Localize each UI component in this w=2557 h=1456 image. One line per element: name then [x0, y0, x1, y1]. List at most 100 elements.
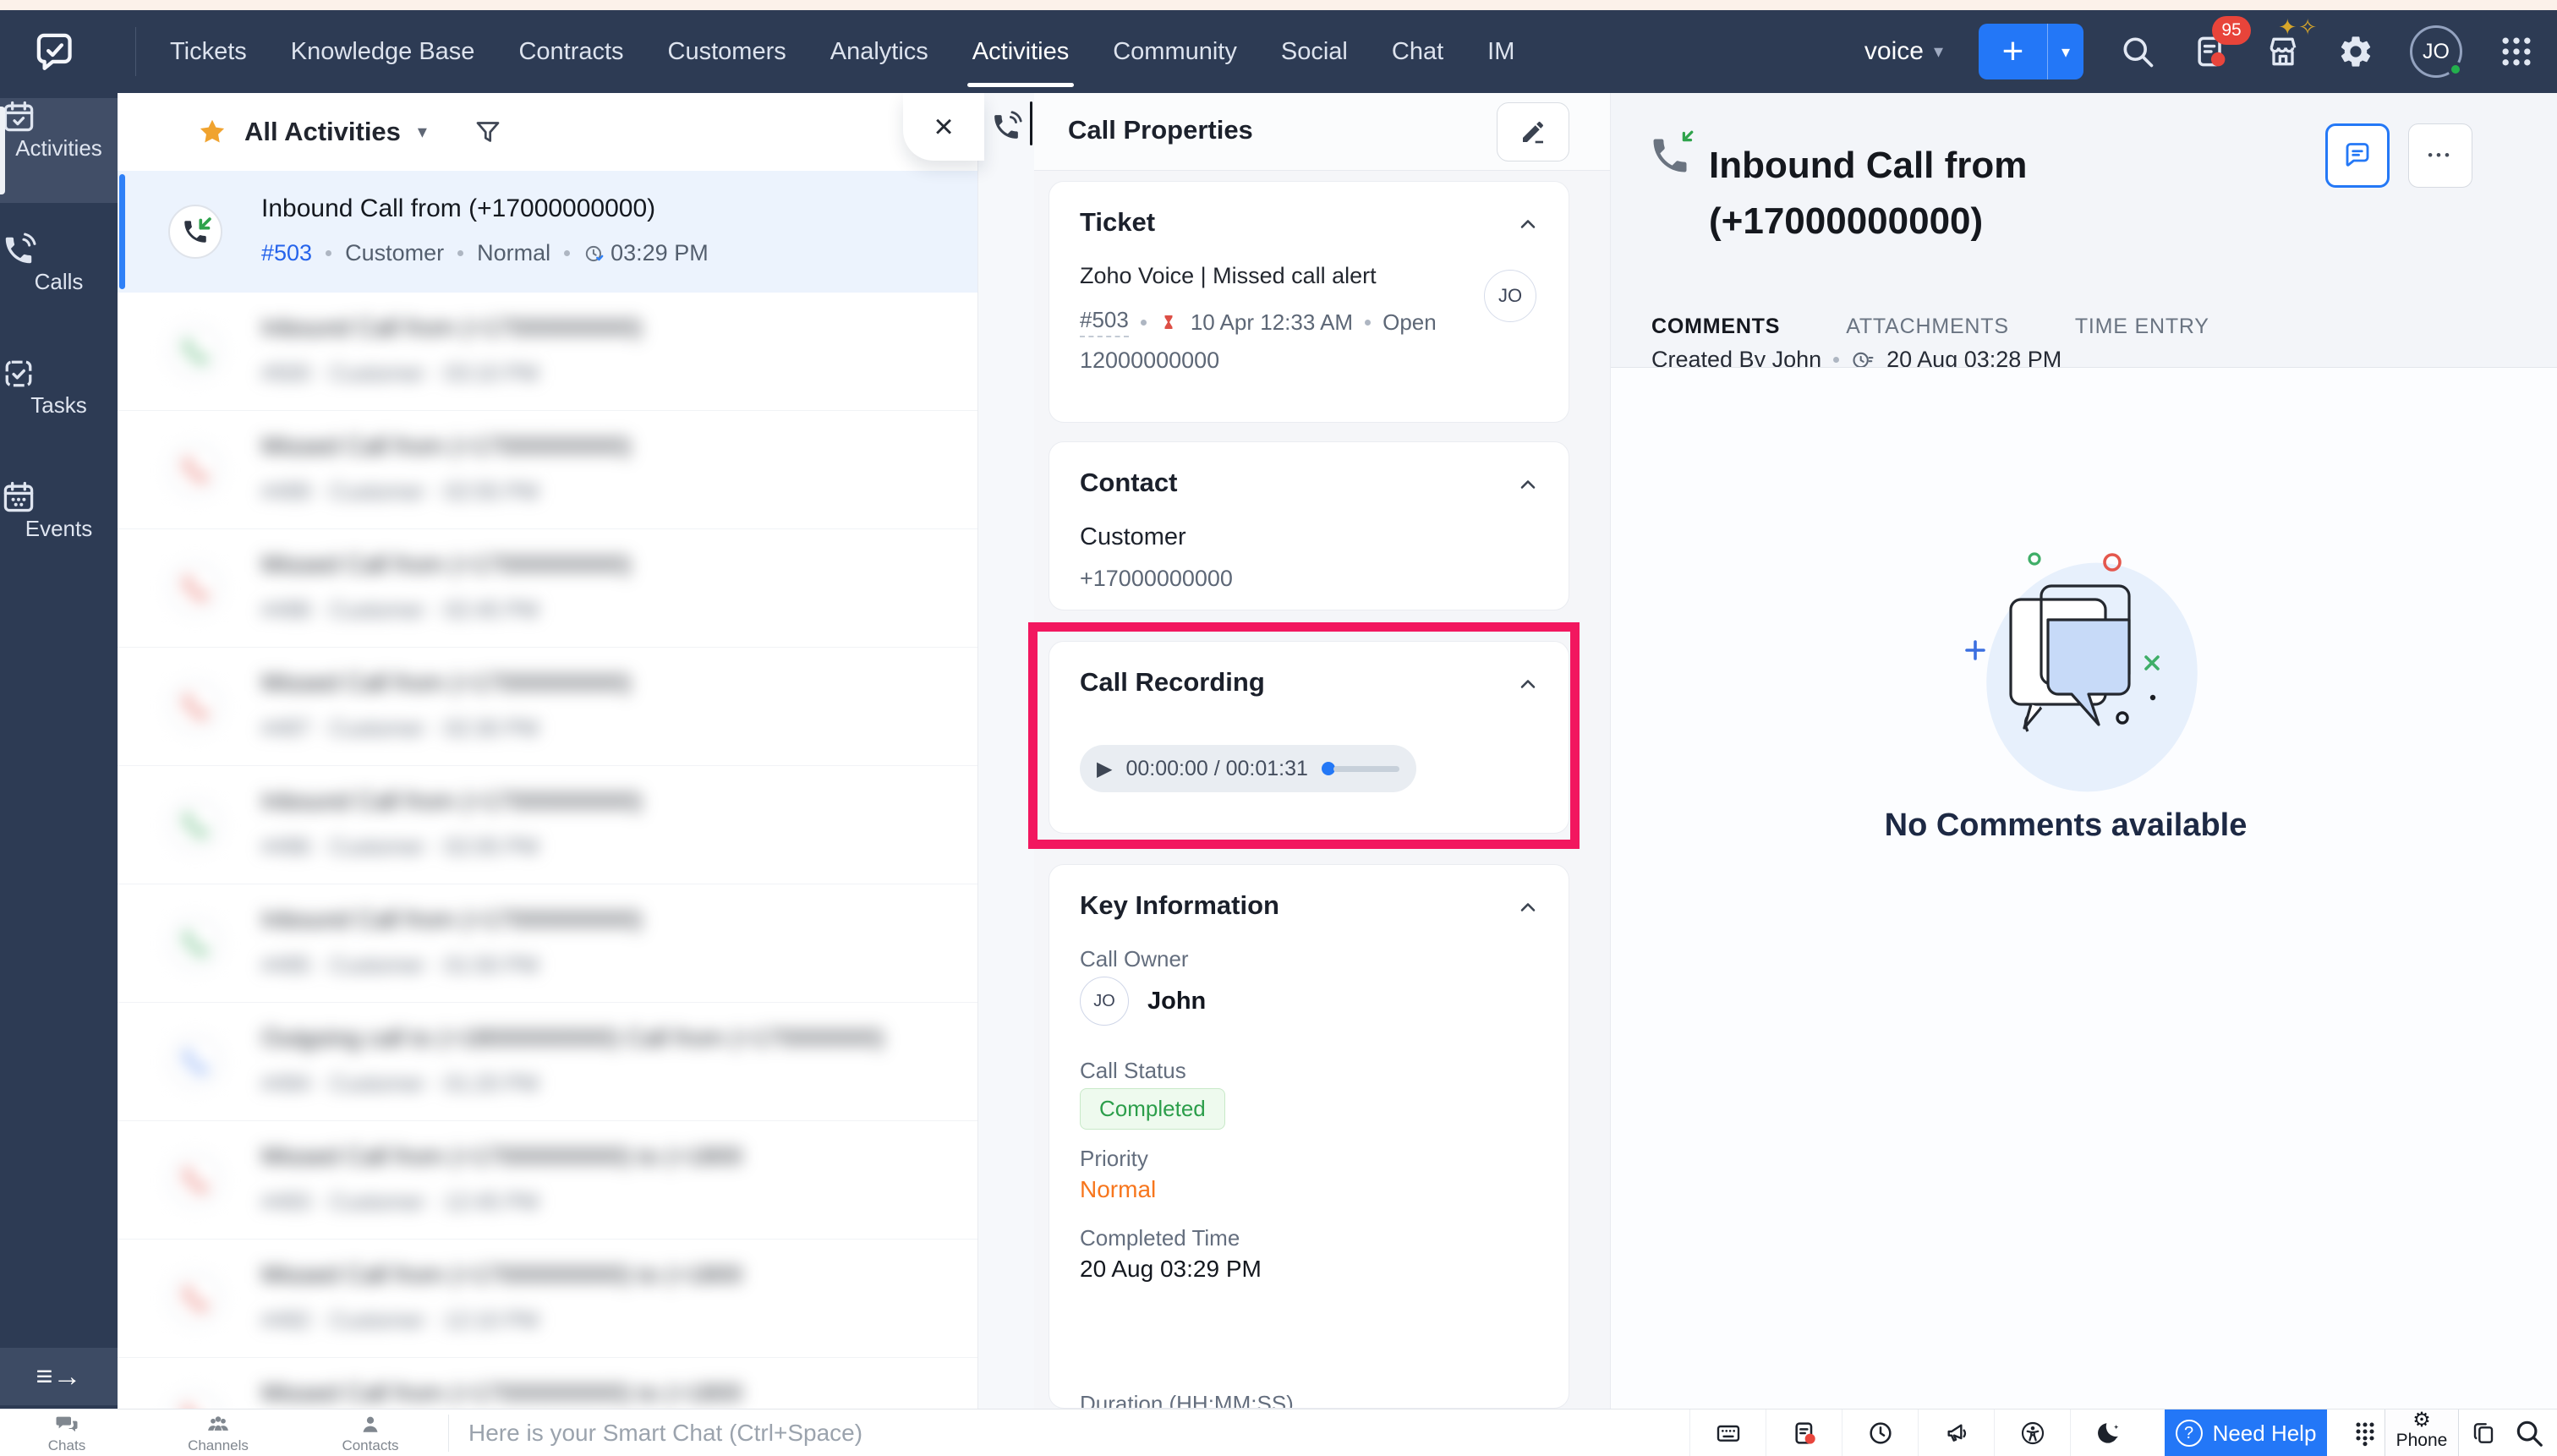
call-properties-tab-icon[interactable]	[989, 110, 1023, 144]
smart-chat-input[interactable]	[467, 1409, 1566, 1456]
plus-icon: +	[1979, 24, 2048, 79]
recent-activity-clock-icon[interactable]	[1842, 1409, 1918, 1456]
collapse-chevron-icon[interactable]	[1516, 895, 1540, 919]
call-type-icon	[168, 917, 222, 971]
phone-panel-tab[interactable]: ⚙ Phone	[2385, 1409, 2459, 1456]
expand-icon: ≡→	[36, 1360, 82, 1393]
zia-search-icon[interactable]	[2501, 1409, 2557, 1456]
section-title: Ticket	[1080, 207, 1155, 238]
night-mode-moon-icon[interactable]	[2070, 1409, 2146, 1456]
user-avatar[interactable]: JO	[2410, 25, 2462, 78]
whats-new-icon[interactable]	[1766, 1409, 1842, 1456]
ticket-subject[interactable]: Zoho Voice | Missed call alert	[1080, 263, 1377, 289]
sidebar-item-calls[interactable]: Calls	[0, 232, 118, 337]
sidebar-item-tasks[interactable]: Tasks	[0, 355, 118, 460]
activity-title: Missed Call from (+17000000000) to (+180…	[261, 1380, 742, 1408]
nav-item-customers[interactable]: Customers	[668, 10, 786, 93]
settings-gear-icon[interactable]	[2337, 33, 2374, 70]
list-item-blurred[interactable]: Inbound Call from (+17000000000)#496 · C…	[118, 766, 977, 884]
sidebar-item-label: Events	[0, 516, 118, 542]
favorite-star-icon[interactable]	[197, 117, 227, 147]
smartchat-channels-button[interactable]: Channels	[163, 1409, 273, 1456]
nav-item-contracts[interactable]: Contracts	[518, 10, 623, 93]
panel-resize-handle[interactable]	[1030, 101, 1032, 145]
blurred-row-content: Missed Call from (+17000000000)#499 · Cu…	[118, 411, 977, 528]
nav-item-activities[interactable]: Activities	[972, 10, 1069, 93]
avatar-initials: JO	[2423, 40, 2450, 64]
filter-funnel-icon[interactable]	[473, 117, 503, 147]
activity-id[interactable]: #503	[261, 240, 312, 266]
list-item-blurred[interactable]: Inbound Call from (+17000000000)#495 · C…	[118, 884, 977, 1003]
properties-tool-strip	[978, 93, 1034, 1409]
field-label-priority: Priority	[1080, 1146, 1148, 1172]
need-help-button[interactable]: ? Need Help	[2165, 1409, 2327, 1456]
more-actions-button[interactable]: •••	[2408, 123, 2472, 188]
activity-meta: #496 · Customer · 02:05 PM	[261, 834, 539, 860]
list-view-title[interactable]: All Activities	[244, 117, 401, 147]
play-button[interactable]: ▶	[1097, 757, 1112, 781]
edit-properties-button[interactable]	[1497, 102, 1569, 161]
sidebar-expand-button[interactable]: ≡→	[0, 1348, 118, 1405]
overdue-hourglass-icon	[1158, 312, 1179, 332]
add-comment-button[interactable]	[2325, 123, 2390, 188]
list-item-blurred[interactable]: Missed Call from (+17000000000) to (+180…	[118, 1240, 977, 1358]
smartchat-chats-button[interactable]: Chats	[12, 1409, 122, 1456]
keyboard-shortcuts-icon[interactable]	[1689, 1409, 1766, 1456]
nav-item-knowledge-base[interactable]: Knowledge Base	[291, 10, 475, 93]
voice-selector[interactable]: voice ▾	[1864, 37, 1943, 66]
nav-item-analytics[interactable]: Analytics	[830, 10, 928, 93]
question-icon: ?	[2176, 1420, 2203, 1447]
accessibility-icon[interactable]	[1994, 1409, 2070, 1456]
sidebar-item-events[interactable]: Events	[0, 479, 118, 583]
collapse-chevron-icon[interactable]	[1516, 672, 1540, 696]
app-switcher-grid-icon[interactable]	[2498, 33, 2535, 70]
ticket-id[interactable]: #503	[1080, 307, 1129, 337]
activity-title: Inbound Call from (+17000000000)	[261, 906, 643, 934]
ticket-owner-avatar: JO	[1484, 270, 1536, 322]
nav-item-chat[interactable]: Chat	[1392, 10, 1443, 93]
blurred-row-content: Inbound Call from (+17000000000)#496 · C…	[118, 766, 977, 884]
avatar-initials: JO	[1093, 992, 1115, 1011]
list-item-blurred[interactable]: Missed Call from (+17000000000)#499 · Cu…	[118, 411, 977, 529]
app-logo-icon[interactable]	[32, 29, 78, 74]
list-item-blurred[interactable]: Missed Call from (+17000000000) to (+180…	[118, 1121, 977, 1240]
seek-slider[interactable]	[1322, 762, 1399, 775]
blurred-row-content: Inbound Call from (+17000000000)#495 · C…	[118, 884, 977, 1002]
list-item-blurred[interactable]: Outgoing call to (+18000000000) Call fro…	[118, 1003, 977, 1121]
collapse-chevron-icon[interactable]	[1516, 212, 1540, 236]
nav-item-im[interactable]: IM	[1487, 10, 1514, 93]
release-notes-button[interactable]: 95	[2192, 33, 2229, 70]
list-item-blurred[interactable]: Missed Call from (+17000000000)#497 · Cu…	[118, 648, 977, 766]
tab-attachments[interactable]: ATTACHMENTS	[1846, 315, 2009, 356]
task-check-icon	[0, 355, 118, 392]
contact-name[interactable]: Customer	[1080, 523, 1186, 551]
list-item-blurred[interactable]: Missed Call from (+17000000000)#498 · Cu…	[118, 529, 977, 648]
add-new-button[interactable]: + ▾	[1979, 24, 2083, 79]
list-item-selected[interactable]: Inbound Call from (+17000000000) #503 Cu…	[118, 171, 977, 293]
announcements-megaphone-icon[interactable]	[1918, 1409, 1994, 1456]
search-icon[interactable]	[2119, 33, 2156, 70]
online-status-dot	[2448, 62, 2463, 77]
ticket-status: Open	[1383, 309, 1437, 336]
marketplace-button[interactable]: ✦✧	[2264, 33, 2302, 70]
key-information-card: Key Information Call Owner JO John Call …	[1049, 864, 1569, 1409]
activity-meta: #497 · Customer · 02:30 PM	[261, 715, 539, 742]
tab-comments[interactable]: COMMENTS	[1651, 315, 1780, 356]
call-type-icon	[168, 325, 222, 379]
list-item-blurred[interactable]: Inbound Call from (+17000000000)#500 · C…	[118, 293, 977, 411]
nav-item-tickets[interactable]: Tickets	[170, 10, 247, 93]
list-item-blurred[interactable]: Missed Call from (+17000000000) to (+180…	[118, 1358, 977, 1409]
collapse-chevron-icon[interactable]	[1516, 473, 1540, 496]
smartchat-contacts-button[interactable]: Contacts	[315, 1409, 425, 1456]
nav-item-social[interactable]: Social	[1281, 10, 1348, 93]
close-properties-button[interactable]: ×	[903, 93, 984, 161]
call-detail-panel: Inbound Call from (+17000000000) Created…	[1611, 93, 2557, 1409]
activity-title: Inbound Call from (+17000000000)	[261, 194, 655, 223]
nav-item-community[interactable]: Community	[1113, 10, 1237, 93]
activity-meta: #500 · Customer · 03:10 PM	[261, 360, 539, 386]
ticket-meta: #503 10 Apr 12:33 AM Open	[1080, 307, 1437, 337]
chevron-down-icon[interactable]: ▾	[418, 121, 427, 143]
tab-time-entry[interactable]: TIME ENTRY	[2075, 315, 2209, 356]
detail-tabs: COMMENTS ATTACHMENTS TIME ENTRY	[1651, 315, 2209, 356]
sidebar-item-activities[interactable]: Activities	[0, 98, 118, 203]
